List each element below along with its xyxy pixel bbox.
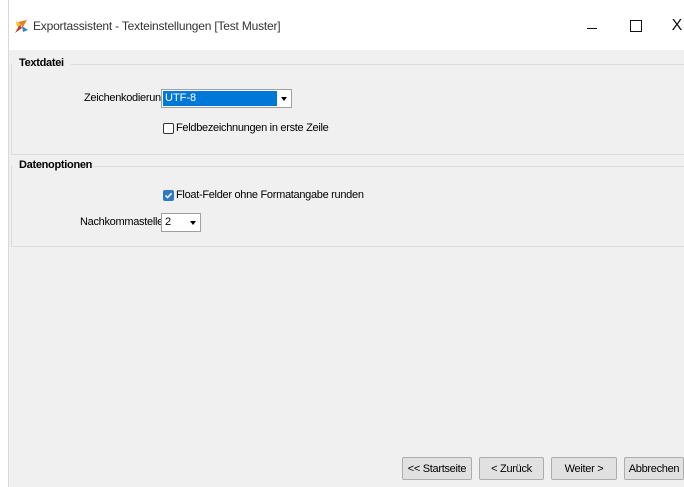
start-page-button[interactable]: << Startseite bbox=[402, 457, 472, 480]
minimize-icon bbox=[587, 27, 597, 29]
float-round-checkbox[interactable] bbox=[163, 190, 174, 201]
close-button[interactable]: X bbox=[654, 12, 684, 40]
title-bar[interactable]: Exportassistent - Texteinstellungen [Tes… bbox=[9, 0, 684, 50]
cancel-button[interactable]: Abbrechen bbox=[624, 457, 684, 480]
chevron-down-icon[interactable] bbox=[188, 217, 198, 229]
maximize-icon bbox=[630, 20, 642, 32]
decimals-label: Nachkommastellen bbox=[80, 216, 169, 228]
encoding-select[interactable]: UTF-8 bbox=[161, 89, 292, 108]
float-round-label[interactable]: Float-Felder ohne Formatangabe runden bbox=[176, 189, 364, 201]
header-row-label[interactable]: Feldbezeichnungen in erste Zeile bbox=[176, 122, 329, 134]
chevron-down-icon[interactable] bbox=[279, 93, 289, 105]
app-icon bbox=[15, 20, 28, 33]
next-button[interactable]: Weiter > bbox=[551, 457, 617, 480]
encoding-selected-value: UTF-8 bbox=[163, 91, 277, 106]
minimize-button[interactable] bbox=[569, 12, 615, 40]
decimals-selected-value: 2 bbox=[165, 216, 172, 228]
textdatei-group bbox=[11, 64, 684, 155]
window-title: Exportassistent - Texteinstellungen [Tes… bbox=[33, 19, 281, 33]
close-icon: X bbox=[671, 17, 683, 34]
checkmark-icon bbox=[164, 192, 173, 199]
export-wizard-window: Exportassistent - Texteinstellungen [Tes… bbox=[8, 0, 684, 487]
maximize-button[interactable] bbox=[613, 12, 659, 40]
decimals-select[interactable]: 2 bbox=[161, 213, 201, 232]
datenoptionen-group bbox=[11, 166, 684, 247]
header-row-checkbox[interactable] bbox=[163, 123, 174, 134]
back-button[interactable]: < Zurück bbox=[479, 457, 544, 480]
encoding-label: Zeichenkodierung bbox=[84, 92, 167, 104]
